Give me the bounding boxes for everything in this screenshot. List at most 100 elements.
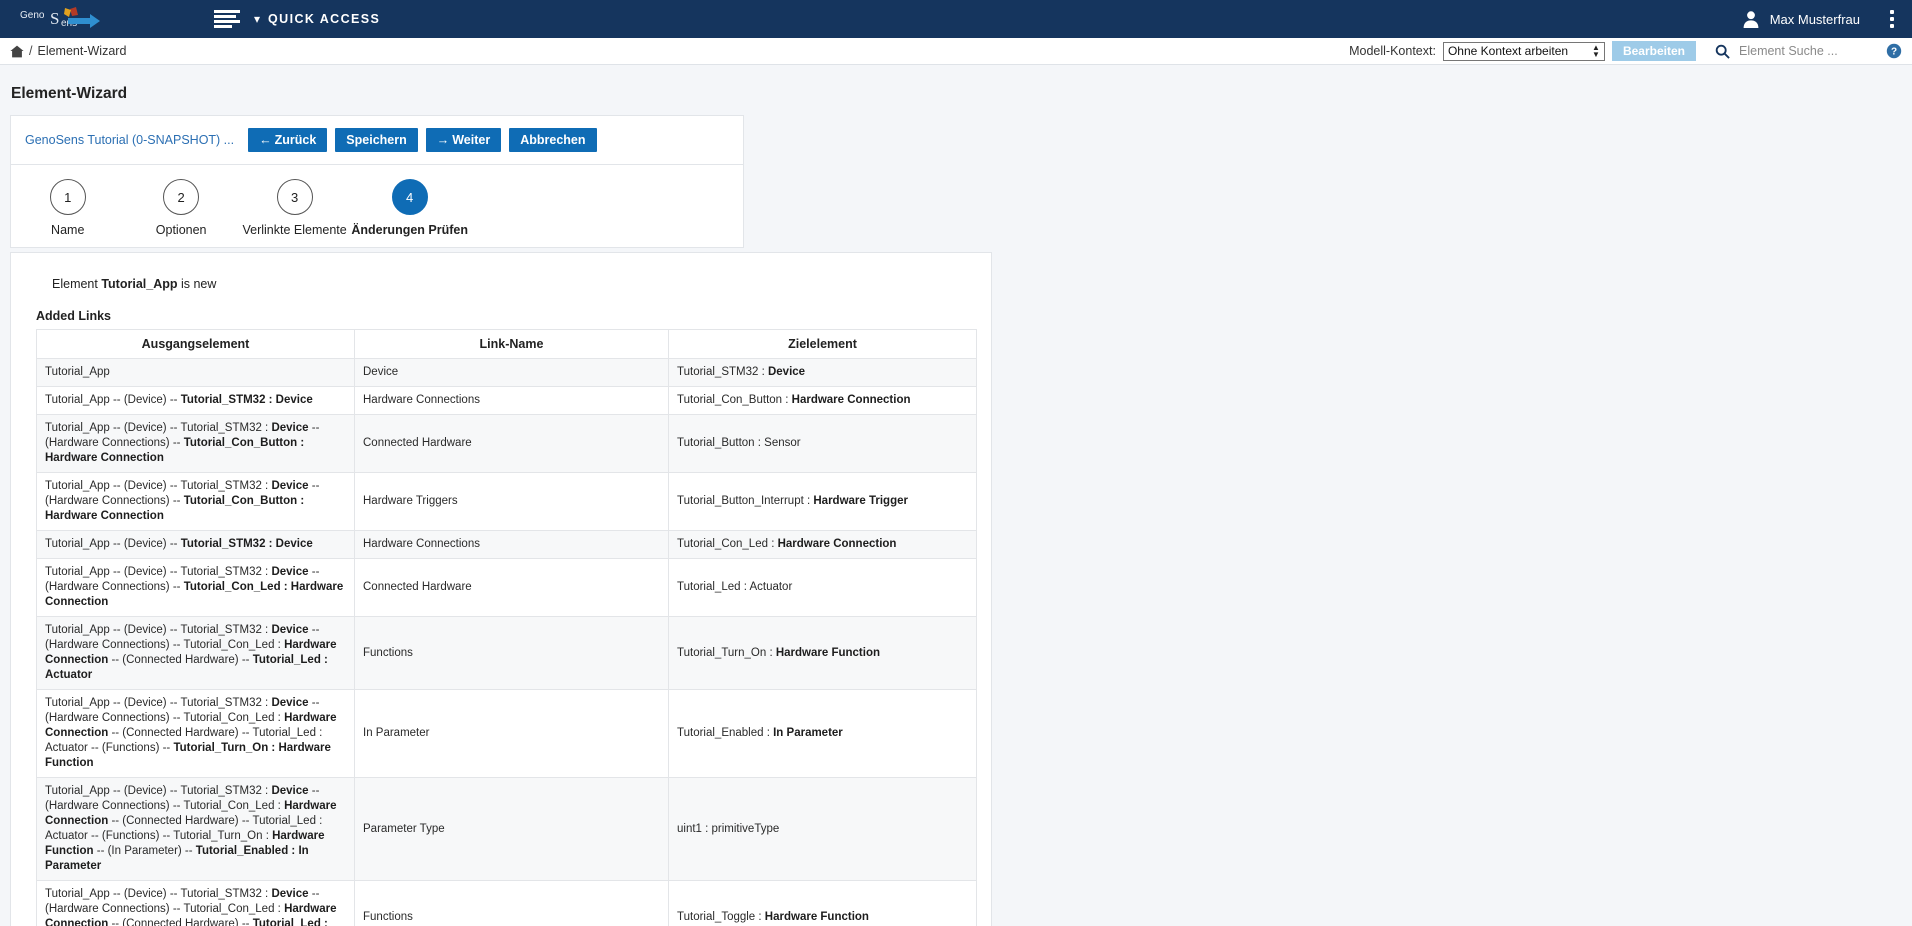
wizard-back-label: Zurück (274, 133, 317, 147)
added-links-table: Ausgangselement Link-Name Zielelement Tu… (36, 329, 977, 926)
table-row: Tutorial_App -- (Device) -- Tutorial_STM… (36, 414, 977, 473)
brand-logo[interactable]: Geno S ens (0, 5, 118, 33)
breadcrumb-separator: / (29, 44, 33, 58)
table-row: Tutorial_App -- (Device) -- Tutorial_STM… (36, 530, 977, 559)
wizard-card: GenoSens Tutorial (0-SNAPSHOT) ... ← Zurü… (10, 115, 744, 248)
top-navbar: Geno S ens ▾ QUICK ACCESS Max Musterfrau (0, 0, 1912, 38)
step-label-1: Name (51, 223, 85, 237)
cell-link-name: Hardware Connections (354, 530, 669, 559)
step-label-3: Verlinkte Elemente (242, 223, 347, 237)
cell-source-element: Tutorial_App -- (Device) -- Tutorial_STM… (36, 472, 355, 531)
status-element-name: Tutorial_App (101, 277, 178, 291)
element-status-text: Element Tutorial_App is new (52, 277, 975, 291)
search-input[interactable] (1737, 43, 1857, 59)
cell-target-element: Tutorial_Turn_On : Hardware Function (668, 616, 977, 690)
context-select-wrap[interactable]: Ohne Kontext arbeiten ▲ ▼ (1442, 41, 1605, 61)
breadcrumb-bar: / Element-Wizard Modell-Kontext: Ohne Ko… (0, 38, 1912, 65)
table-row: Tutorial_App -- (Device) -- Tutorial_STM… (36, 386, 977, 415)
column-header-linkname: Link-Name (354, 329, 669, 359)
cell-source-element: Tutorial_App -- (Device) -- Tutorial_STM… (36, 558, 355, 617)
step-number-1[interactable]: 1 (49, 179, 86, 215)
main-menu-button[interactable] (214, 9, 240, 29)
hamburger-icon[interactable] (214, 9, 240, 29)
cell-link-name: In Parameter (354, 689, 669, 778)
arrow-right-icon: → (436, 133, 450, 147)
table-row: Tutorial_App -- (Device) -- Tutorial_STM… (36, 777, 977, 881)
wizard-back-button[interactable]: ← Zurück (248, 128, 328, 152)
cell-link-name: Hardware Connections (354, 386, 669, 415)
wizard-steps: 1 Name 2 Optionen 3 Verlinkte Elemente 4… (11, 165, 468, 247)
cell-source-element: Tutorial_App -- (Device) -- Tutorial_STM… (36, 689, 355, 778)
cell-link-name: Connected Hardware (354, 558, 669, 617)
step-number-3[interactable]: 3 (276, 179, 313, 215)
home-icon[interactable] (10, 45, 24, 58)
chevron-down-icon[interactable]: ▾ (254, 13, 260, 25)
step-number-2[interactable]: 2 (163, 179, 200, 215)
step-number-4[interactable]: 4 (391, 179, 428, 215)
wizard-step-4[interactable]: 4 Änderungen Prüfen (351, 179, 468, 237)
user-avatar-icon (1743, 11, 1759, 28)
added-links-title: Added Links (36, 309, 112, 323)
genosens-logo-icon: Geno S ens (20, 7, 100, 29)
cell-target-element: Tutorial_Led : Actuator (668, 558, 977, 617)
cell-link-name: Parameter Type (354, 777, 669, 881)
cell-source-element: Tutorial_App -- (Device) -- Tutorial_STM… (36, 530, 355, 559)
svg-text:S: S (50, 9, 59, 28)
cell-target-element: Tutorial_Con_Led : Hardware Connection (668, 530, 977, 559)
navbar-right-group: Max Musterfrau (1741, 4, 1912, 34)
table-head: Ausgangselement Link-Name Zielelement (36, 329, 977, 359)
cell-link-name: Connected Hardware (354, 414, 669, 473)
cell-target-element: uint1 : primitiveType (668, 777, 977, 881)
wizard-step-3[interactable]: 3 Verlinkte Elemente (238, 179, 351, 237)
wizard-toolbar: GenoSens Tutorial (0-SNAPSHOT) ... ← Zurü… (11, 116, 743, 165)
cell-target-element: Tutorial_Button : Sensor (668, 414, 977, 473)
step-label-4: Änderungen Prüfen (351, 223, 468, 237)
status-suffix: is new (177, 277, 217, 291)
cell-source-element: Tutorial_App -- (Device) -- Tutorial_STM… (36, 386, 355, 415)
cell-target-element: Tutorial_Button_Interrupt : Hardware Tri… (668, 472, 977, 531)
review-panel: Element Tutorial_App is new Added Links … (10, 252, 992, 926)
context-label: Modell-Kontext: (1349, 44, 1436, 58)
page-title: Element-Wizard (11, 85, 128, 102)
user-menu[interactable]: Max Musterfrau (1741, 9, 1882, 29)
kebab-menu-icon[interactable] (1882, 4, 1902, 34)
edit-button[interactable]: Bearbeiten (1611, 41, 1696, 61)
table-header-row: Ausgangselement Link-Name Zielelement (36, 329, 977, 359)
table-row: Tutorial_App -- (Device) -- Tutorial_STM… (36, 880, 977, 926)
table-row: Tutorial_App -- (Device) -- Tutorial_STM… (36, 689, 977, 778)
model-link[interactable]: GenoSens Tutorial (0-SNAPSHOT) ... (25, 133, 234, 147)
svg-text:?: ? (1891, 47, 1897, 58)
quick-access-label[interactable]: QUICK ACCESS (268, 12, 380, 26)
table-row: Tutorial_App -- (Device) -- Tutorial_STM… (36, 616, 977, 690)
element-search[interactable] (1715, 43, 1857, 59)
cell-target-element: Tutorial_STM32 : Device (668, 358, 977, 387)
svg-text:Geno: Geno (20, 10, 45, 21)
wizard-save-button[interactable]: Speichern (335, 128, 418, 152)
page-body: Element-Wizard GenoSens Tutorial (0-SNAP… (0, 85, 1912, 926)
cell-source-element: Tutorial_App -- (Device) -- Tutorial_STM… (36, 880, 355, 926)
wizard-step-2[interactable]: 2 Optionen (124, 179, 237, 237)
table-body: Tutorial_App Device Tutorial_STM32 : Devic… (36, 358, 977, 926)
user-name-label: Max Musterfrau (1769, 11, 1860, 27)
context-select[interactable]: Ohne Kontext arbeiten (1442, 41, 1605, 61)
table-row: Tutorial_App -- (Device) -- Tutorial_STM… (36, 558, 977, 617)
wizard-next-label: Weiter (452, 133, 491, 147)
cell-source-element: Tutorial_App -- (Device) -- Tutorial_STM… (36, 777, 355, 881)
wizard-next-button[interactable]: → Weiter (425, 128, 502, 152)
table-row: Tutorial_App Device Tutorial_STM32 : Devic… (36, 358, 977, 387)
cell-source-element: Tutorial_App -- (Device) -- Tutorial_STM… (36, 414, 355, 473)
breadcrumb: / Element-Wizard (10, 44, 126, 58)
column-header-target: Zielelement (668, 329, 977, 359)
column-header-source: Ausgangselement (36, 329, 355, 359)
status-prefix: Element (52, 277, 102, 291)
table-row: Tutorial_App -- (Device) -- Tutorial_STM… (36, 472, 977, 531)
cell-link-name: Functions (354, 616, 669, 690)
cell-link-name: Device (354, 358, 669, 387)
search-icon[interactable] (1715, 44, 1730, 59)
wizard-step-1[interactable]: 1 Name (11, 179, 124, 237)
cell-link-name: Functions (354, 880, 669, 926)
context-bar: Modell-Kontext: Ohne Kontext arbeiten ▲ ▼… (1349, 41, 1902, 61)
help-circle-icon[interactable]: ? (1886, 43, 1902, 59)
step-label-2: Optionen (155, 223, 207, 237)
wizard-cancel-button[interactable]: Abbrechen (509, 128, 597, 152)
